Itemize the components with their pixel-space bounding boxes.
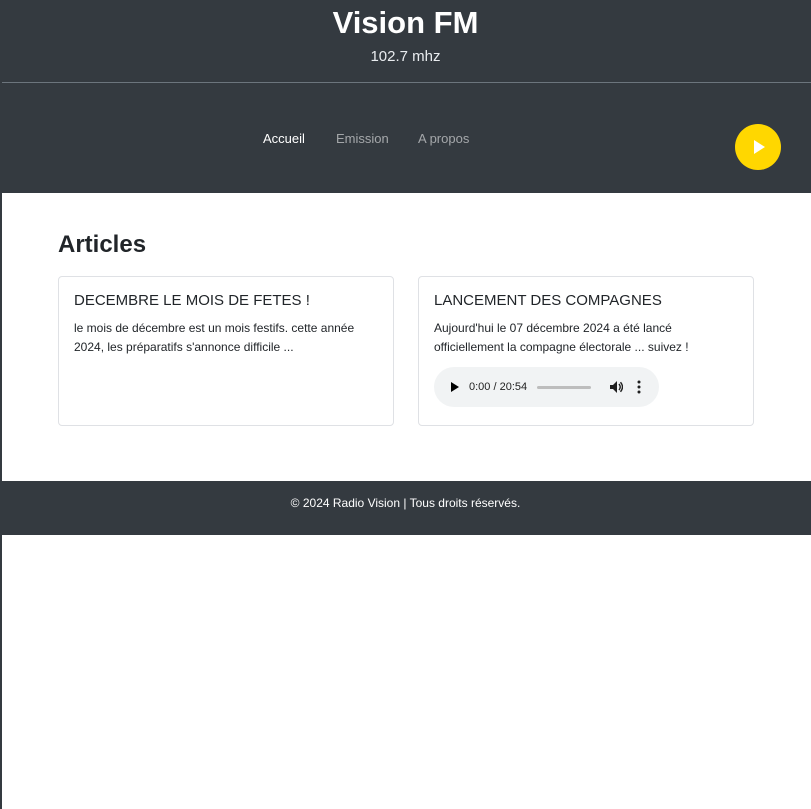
volume-icon[interactable] [609,379,623,395]
radio-play-button[interactable] [735,124,781,170]
site-title: Vision FM [332,5,479,40]
article-card: DECEMBRE LE MOIS DE FETES ! le mois de d… [58,276,394,426]
more-options-icon[interactable] [634,379,644,395]
nav-link-a-propos[interactable]: A propos [418,131,469,147]
audio-progress-bar[interactable] [537,386,591,389]
audio-time: 0:00 / 20:54 [469,381,528,393]
site-footer: © 2024 Radio Vision | Tous droits réserv… [0,481,811,535]
site-frequency: 102.7 mhz [370,48,441,65]
play-icon [754,140,765,154]
article-card: LANCEMENT DES COMPAGNES Aujourd'hui le 0… [418,276,754,426]
nav-link-accueil[interactable]: Accueil [263,131,305,147]
navbar: Accueil Emission A propos [0,83,811,193]
article-title: LANCEMENT DES COMPAGNES [434,292,662,309]
nav-link-emission[interactable]: Emission [336,131,389,147]
audio-player: 0:00 / 20:54 [434,367,659,407]
site-header: Vision FM 102.7 mhz [0,0,811,82]
footer-copyright: © 2024 Radio Vision | Tous droits réserv… [290,496,521,510]
audio-play-icon[interactable] [451,382,459,392]
article-title: DECEMBRE LE MOIS DE FETES ! [74,292,310,309]
page-left-border [0,0,2,809]
section-title-articles: Articles [58,231,147,258]
article-excerpt: Aujourd'hui le 07 décembre 2024 a été la… [434,321,689,354]
article-excerpt: le mois de décembre est un mois festifs.… [74,321,355,354]
